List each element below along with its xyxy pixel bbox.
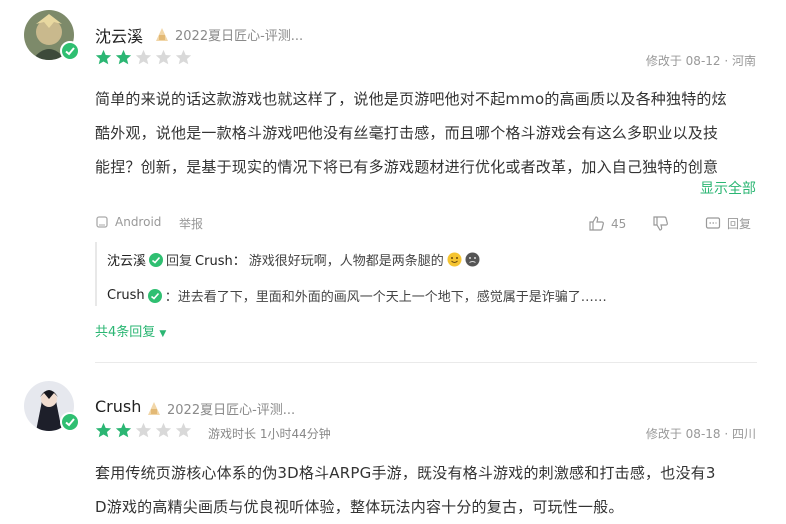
star-rating (95, 49, 192, 66)
review-line: 能捏？创新，是基于现实的情况下将已有多游戏题材进行优化或者改革，加入自己独特的创… (95, 158, 719, 176)
verified-icon (149, 252, 164, 267)
reply-button[interactable]: 回复 (705, 215, 751, 232)
comment-icon (705, 216, 721, 229)
like-button[interactable]: 45 (588, 215, 626, 232)
badge-icon (156, 27, 168, 41)
more-replies-toggle[interactable]: 共4条回复 ▼ (95, 321, 166, 340)
playtime-label: 游戏时长 1小时44分钟 (208, 427, 331, 441)
star-icon (115, 422, 132, 438)
report-button[interactable]: 举报 (179, 215, 203, 232)
star-icon (115, 49, 132, 65)
event-badge[interactable]: 2022夏日匠心-评测... (145, 399, 295, 418)
device-icon (96, 216, 108, 228)
show-all-link[interactable]: 显示全部 (700, 178, 756, 198)
caret-down-icon: ▼ (159, 329, 167, 339)
reply-verb: 回复 (166, 254, 193, 269)
badge-icon (148, 401, 160, 415)
edit-time-location: 修改于 08-12 · 河南 (645, 54, 756, 68)
star-rating (95, 422, 192, 439)
event-badge-label: 2022夏日匠心-评测... (175, 29, 304, 44)
star-icon (95, 49, 112, 65)
star-icon (175, 49, 192, 65)
star-icon (155, 422, 172, 438)
review-username[interactable]: Crush (95, 397, 141, 416)
review-body: 简单的来说的话这款游戏也就这样了，说他是页游吧他对不起mmo的高画质以及各种独特… (95, 82, 757, 184)
dislike-button[interactable] (652, 215, 669, 232)
review-line: 酷外观，说他是一款格斗游戏吧他没有丝毫打击感，而且哪个格斗游戏会有这么多职业以及… (95, 124, 719, 142)
star-icon (95, 422, 112, 438)
reply-thread: 沈云溪 回复 Crush： 游戏很好玩啊，人物都是两条腿的 Crush ：进去看… (95, 242, 757, 306)
reply-target[interactable]: Crush： (195, 250, 246, 269)
star-icon (135, 422, 152, 438)
reply-item: Crush ：进去看了下，里面和外面的画风一个天上一个地下，感觉属于是诈骗了…… (107, 286, 607, 305)
event-badge-label: 2022夏日匠心-评测... (167, 403, 296, 418)
thumbs-down-icon (653, 216, 668, 231)
review-line: 套用传统页游核心体系的伪3D格斗ARPG手游，既没有格斗游戏的刺激感和打击感，也… (95, 464, 716, 482)
reply-label: 回复 (727, 217, 752, 231)
reply-item: 沈云溪 回复 Crush： 游戏很好玩啊，人物都是两条腿的 (107, 250, 480, 269)
star-icon (175, 422, 192, 438)
verified-icon (60, 41, 80, 61)
reply-author[interactable]: 沈云溪 (107, 250, 146, 269)
star-icon (155, 49, 172, 65)
verified-icon (60, 412, 80, 432)
verified-icon (147, 288, 162, 303)
review-username[interactable]: 沈云溪 (95, 23, 143, 47)
event-badge[interactable]: 2022夏日匠心-评测... (153, 25, 303, 44)
thumbs-up-icon (589, 216, 604, 231)
review-line: 简单的来说的话这款游戏也就这样了，说他是页游吧他对不起mmo的高画质以及各种独特… (95, 90, 727, 108)
more-replies-label: 共4条回复 (95, 325, 156, 340)
review-footer: Android 举报 45 回复 (95, 215, 757, 235)
reply-text: ：进去看了下，里面和外面的画风一个天上一个地下，感觉属于是诈骗了…… (164, 290, 607, 305)
smile-emoji-icon (447, 252, 462, 267)
reply-author[interactable]: Crush (107, 288, 145, 303)
divider (95, 362, 757, 363)
reply-text: 游戏很好玩啊，人物都是两条腿的 (248, 254, 444, 269)
device-name: Android (115, 215, 162, 229)
dark-face-emoji-icon (465, 252, 480, 267)
edit-time-location: 修改于 08-18 · 四川 (645, 427, 756, 441)
review-line: D游戏的高精尖画质与优良视听体验，整体玩法内容十分的复古，可玩性一般。 (95, 498, 624, 516)
review-body: 套用传统页游核心体系的伪3D格斗ARPG手游，既没有格斗游戏的刺激感和打击感，也… (95, 456, 757, 524)
like-count: 45 (611, 216, 627, 231)
star-icon (135, 49, 152, 65)
device-label: Android (95, 215, 161, 229)
